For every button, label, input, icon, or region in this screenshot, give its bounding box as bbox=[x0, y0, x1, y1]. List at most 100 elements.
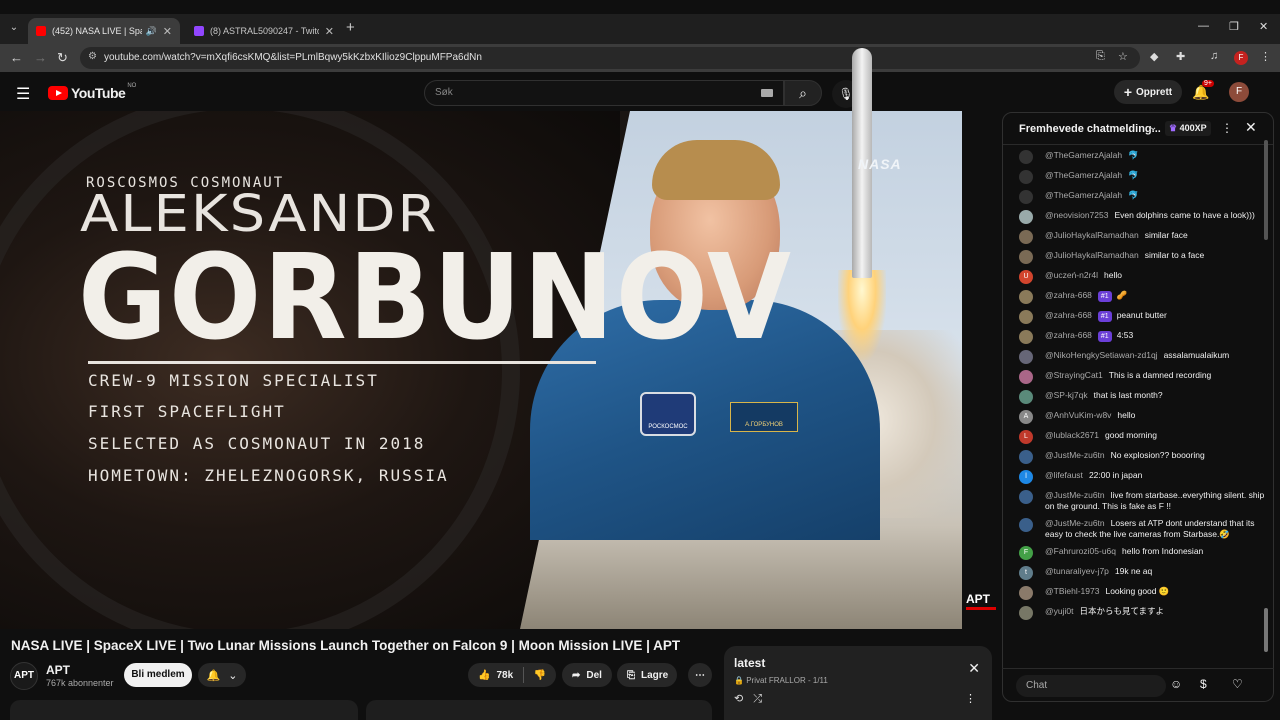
chat-message[interactable]: @JulioHaykalRamadhan similar face bbox=[1003, 227, 1265, 247]
chat-avatar[interactable]: l bbox=[1019, 470, 1033, 484]
chat-author[interactable]: @StrayingCat1 bbox=[1045, 370, 1103, 380]
chat-message[interactable]: @JulioHaykalRamadhan similar to a face bbox=[1003, 247, 1265, 267]
join-button[interactable]: Bli medlem bbox=[124, 663, 192, 687]
channel-avatar[interactable]: APT bbox=[10, 662, 38, 690]
chat-avatar[interactable] bbox=[1019, 490, 1033, 504]
address-bar[interactable]: ⚙ youtube.com/watch?v=mXqfi6csKMQ&list=P… bbox=[80, 47, 1140, 69]
keyboard-icon[interactable] bbox=[761, 89, 773, 97]
more-actions-icon[interactable]: ⋯ bbox=[688, 663, 712, 687]
chat-author[interactable]: @AnhVuKim-w8v bbox=[1045, 410, 1111, 420]
youtube-logo[interactable]: YouTube NO bbox=[48, 83, 136, 101]
forward-icon[interactable]: → bbox=[34, 50, 47, 65]
maximize-icon[interactable]: ❐ bbox=[1229, 20, 1239, 33]
scrollbar-thumb[interactable] bbox=[1264, 608, 1268, 652]
create-button[interactable]: + Opprett bbox=[1114, 80, 1182, 104]
chat-author[interactable]: @zahra-668 bbox=[1045, 290, 1092, 300]
chat-avatar[interactable] bbox=[1019, 230, 1033, 244]
chat-message[interactable]: @TheGamerzAjalah 🐬 bbox=[1003, 167, 1265, 187]
close-tab-icon[interactable]: ✕ bbox=[163, 25, 172, 38]
chat-message[interactable]: l @lifefaust 22:00 in japan bbox=[1003, 467, 1265, 487]
save-button[interactable]: ⎘ Lagre bbox=[617, 663, 677, 687]
chat-author[interactable]: @lifefaust bbox=[1045, 470, 1083, 480]
bookmark-star-icon[interactable]: ☆ bbox=[1118, 50, 1128, 63]
chat-author[interactable]: @JustMe-zu6tn bbox=[1045, 490, 1105, 500]
chevron-down-icon[interactable]: ⌄ bbox=[1149, 122, 1157, 133]
chat-avatar[interactable] bbox=[1019, 210, 1033, 224]
chat-author[interactable]: @TheGamerzAjalah bbox=[1045, 190, 1122, 200]
chat-author[interactable]: @JustMe-zu6tn bbox=[1045, 450, 1105, 460]
search-icon[interactable]: ⌕ bbox=[784, 80, 822, 106]
chat-message[interactable]: @zahra-668 #1 peanut butter bbox=[1003, 307, 1265, 327]
audio-icon[interactable]: 🔊 bbox=[146, 26, 157, 37]
shuffle-icon[interactable]: ⤮ bbox=[753, 693, 772, 705]
chat-scrollbar[interactable] bbox=[1262, 140, 1270, 660]
chat-avatar[interactable]: U bbox=[1019, 270, 1033, 284]
menu-icon[interactable]: ☰ bbox=[16, 84, 30, 104]
chat-author[interactable]: @NikoHengkySetiawan-zd1qj bbox=[1045, 350, 1158, 360]
chat-message[interactable]: @SP-kj7qk that is last month? bbox=[1003, 387, 1265, 407]
chat-message[interactable]: @JustMe-zu6tn Losers at ATP dont understa… bbox=[1003, 515, 1265, 543]
browser-profile-avatar[interactable]: F bbox=[1234, 51, 1248, 65]
chat-message[interactable]: @TheGamerzAjalah 🐬 bbox=[1003, 187, 1265, 207]
chat-author[interactable]: @tunaraliyev-j7p bbox=[1045, 566, 1109, 576]
chat-avatar[interactable]: A bbox=[1019, 410, 1033, 424]
chat-message[interactable]: @NikoHengkySetiawan-zd1qj assalamualaikum bbox=[1003, 347, 1265, 367]
chat-message[interactable]: A @AnhVuKim-w8v hello bbox=[1003, 407, 1265, 427]
chat-author[interactable]: @lublack2671 bbox=[1045, 430, 1099, 440]
browser-tab-twitch[interactable]: (8) ASTRAL5090247 - Twitch ✕ bbox=[186, 18, 342, 44]
channel-watermark[interactable]: APT bbox=[966, 592, 996, 612]
chat-author[interactable]: @TheGamerzAjalah bbox=[1045, 150, 1122, 160]
close-tab-icon[interactable]: ✕ bbox=[325, 25, 334, 38]
browser-tab-youtube[interactable]: (452) NASA LIVE | SpaceX LIVE 🔊 ✕ bbox=[28, 18, 180, 44]
chat-avatar[interactable] bbox=[1019, 586, 1033, 600]
chat-author[interactable]: @uczeń-n2r4l bbox=[1045, 270, 1098, 280]
chat-message[interactable]: F @Fahrurozi05-u6q hello from Indonesian bbox=[1003, 543, 1265, 563]
close-chat-icon[interactable]: ✕ bbox=[1245, 119, 1257, 136]
chat-avatar[interactable] bbox=[1019, 606, 1033, 620]
puzzle-icon[interactable]: ✚ bbox=[1176, 50, 1185, 63]
like-icon[interactable]: 👍 bbox=[478, 670, 490, 681]
chat-avatar[interactable] bbox=[1019, 370, 1033, 384]
chat-mode-title[interactable]: Fremhevede chatmelding... bbox=[1019, 123, 1161, 135]
browser-menu-icon[interactable]: ⋮ bbox=[1260, 50, 1271, 63]
xp-badge[interactable]: ♛ 400XP bbox=[1165, 121, 1211, 136]
close-window-icon[interactable]: ✕ bbox=[1259, 20, 1268, 33]
chat-message[interactable]: @JustMe-zu6tn No explosion?? boooring bbox=[1003, 447, 1265, 467]
close-playlist-icon[interactable]: ✕ bbox=[968, 660, 980, 677]
chat-message[interactable]: U @uczeń-n2r4l hello bbox=[1003, 267, 1265, 287]
chat-menu-icon[interactable]: ⋮ bbox=[1221, 121, 1233, 135]
notifications-bell-icon[interactable]: 🔔 9+ bbox=[1192, 80, 1214, 101]
chat-avatar[interactable] bbox=[1019, 190, 1033, 204]
chat-message[interactable]: L @lublack2671 good morning bbox=[1003, 427, 1265, 447]
chat-author[interactable]: @JulioHaykalRamadhan bbox=[1045, 250, 1139, 260]
chat-avatar[interactable]: F bbox=[1019, 546, 1033, 560]
account-avatar[interactable]: F bbox=[1229, 82, 1249, 102]
chat-avatar[interactable] bbox=[1019, 150, 1033, 164]
search-input[interactable]: Søk bbox=[424, 80, 784, 106]
reload-icon[interactable]: ↻ bbox=[57, 50, 68, 66]
loop-icon[interactable]: ⟲ bbox=[734, 693, 753, 705]
chat-message[interactable]: t @tunaraliyev-j7p 19k ne aq bbox=[1003, 563, 1265, 583]
emoji-icon[interactable]: ☺ bbox=[1170, 677, 1182, 691]
media-controls-icon[interactable]: ♫ bbox=[1210, 50, 1218, 62]
chat-message[interactable]: @TBiehl-1973 Looking good 🙂 bbox=[1003, 583, 1265, 603]
like-count[interactable]: 78k bbox=[496, 670, 513, 681]
chat-author[interactable]: @TheGamerzAjalah bbox=[1045, 170, 1122, 180]
chat-message[interactable]: @zahra-668 #1 4:53 bbox=[1003, 327, 1265, 347]
chat-author[interactable]: @SP-kj7qk bbox=[1045, 390, 1088, 400]
chat-avatar[interactable] bbox=[1019, 350, 1033, 364]
chat-author[interactable]: @zahra-668 bbox=[1045, 310, 1092, 320]
chat-avatar[interactable] bbox=[1019, 250, 1033, 264]
chat-author[interactable]: @TBiehl-1973 bbox=[1045, 586, 1099, 596]
back-icon[interactable]: ← bbox=[10, 50, 23, 65]
chat-avatar[interactable] bbox=[1019, 390, 1033, 404]
chat-message[interactable]: @zahra-668 #1 🥜 bbox=[1003, 287, 1265, 307]
heart-icon[interactable]: ♡ bbox=[1232, 677, 1243, 691]
chat-avatar[interactable] bbox=[1019, 330, 1033, 344]
chat-avatar[interactable]: t bbox=[1019, 566, 1033, 580]
dislike-icon[interactable]: 👎 bbox=[534, 670, 546, 681]
playlist-title[interactable]: latest bbox=[734, 656, 765, 670]
chat-avatar[interactable] bbox=[1019, 170, 1033, 184]
chat-avatar[interactable] bbox=[1019, 450, 1033, 464]
chat-author[interactable]: @JustMe-zu6tn bbox=[1045, 518, 1105, 528]
